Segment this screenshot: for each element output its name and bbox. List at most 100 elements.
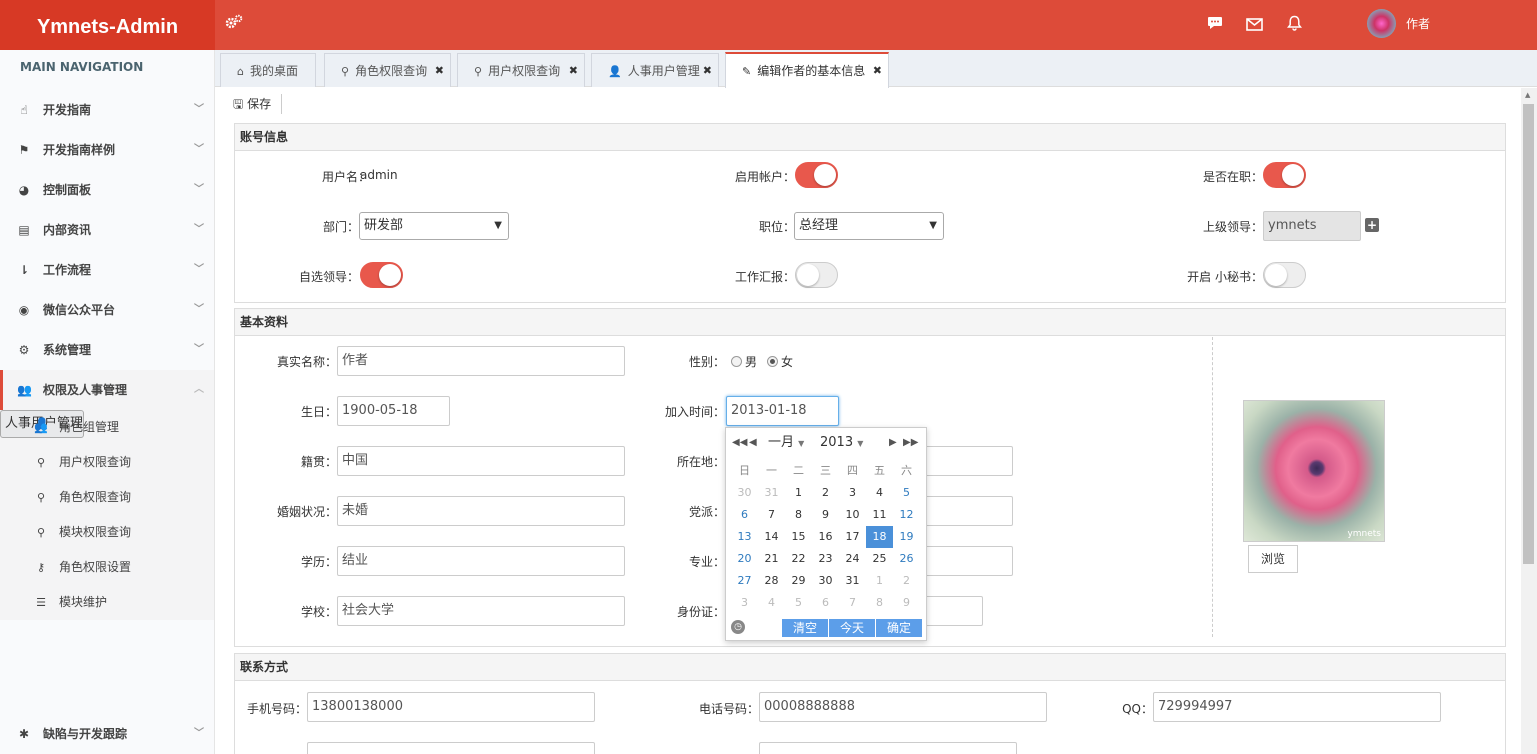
- cogs-icon[interactable]: [225, 14, 243, 34]
- calendar-day[interactable]: 3: [731, 592, 758, 614]
- email-field[interactable]: [307, 742, 595, 754]
- join-date-field[interactable]: 2013-01-18: [726, 396, 839, 426]
- sidebar-item-wechat[interactable]: ◉ 微信公众平台 ﹀: [0, 290, 214, 330]
- calendar-day[interactable]: 7: [758, 504, 785, 526]
- calendar-day[interactable]: 20: [731, 548, 758, 570]
- year-select[interactable]: 2013 ▼: [820, 428, 863, 459]
- phone-field[interactable]: 00008888888: [759, 692, 1047, 722]
- today-button[interactable]: 今天: [829, 619, 875, 637]
- calendar-day[interactable]: 1: [785, 482, 812, 504]
- calendar-day[interactable]: 31: [758, 482, 785, 504]
- secretary-toggle[interactable]: [1263, 262, 1306, 288]
- scrollbar[interactable]: ▲: [1521, 88, 1537, 754]
- calendar-day[interactable]: 2: [893, 570, 920, 592]
- save-button[interactable]: 🖫 保存: [233, 94, 283, 114]
- calendar-day[interactable]: 25: [866, 548, 893, 570]
- calendar-day[interactable]: 14: [758, 526, 785, 548]
- calendar-day[interactable]: 6: [812, 592, 839, 614]
- calendar-day[interactable]: 4: [758, 592, 785, 614]
- calendar-day[interactable]: 30: [812, 570, 839, 592]
- sidebar-item-bug-tracking[interactable]: ✱ 缺陷与开发跟踪 ﹀: [0, 714, 214, 754]
- sidebar-item-news[interactable]: ▤ 内部资讯 ﹀: [0, 210, 214, 250]
- radio-button[interactable]: [767, 356, 778, 367]
- calendar-day[interactable]: 27: [731, 570, 758, 592]
- next-month-icon[interactable]: ▶: [889, 428, 897, 458]
- school-field[interactable]: 社会大学: [337, 596, 625, 626]
- calendar-day[interactable]: 29: [785, 570, 812, 592]
- calendar-day[interactable]: 6: [731, 504, 758, 526]
- calendar-day[interactable]: 5: [785, 592, 812, 614]
- scroll-up-icon[interactable]: ▲: [1525, 91, 1530, 99]
- sidebar-item-workflow[interactable]: ⇂ 工作流程 ﹀: [0, 250, 214, 290]
- calendar-day[interactable]: 26: [893, 548, 920, 570]
- ok-button[interactable]: 确定: [876, 619, 922, 637]
- sidebar-item-dev-guide[interactable]: ☝ 开发指南 ﹀: [0, 90, 214, 130]
- calendar-day[interactable]: 8: [785, 504, 812, 526]
- next-year-icon[interactable]: ▶▶: [903, 428, 918, 458]
- sidebar-subitem-user-perm-query[interactable]: ⚲ 用户权限查询: [0, 445, 214, 480]
- calendar-day[interactable]: 11: [866, 504, 893, 526]
- close-icon[interactable]: ✖: [703, 54, 712, 88]
- sidebar-subitem-role-perm-settings[interactable]: ⚷ 角色权限设置: [0, 550, 214, 585]
- sidebar-item-dashboard[interactable]: ◕ 控制面板 ﹀: [0, 170, 214, 210]
- calendar-day[interactable]: 30: [731, 482, 758, 504]
- calendar-day[interactable]: 2: [812, 482, 839, 504]
- sidebar-item-system[interactable]: ⚙ 系统管理 ﹀: [0, 330, 214, 370]
- calendar-day[interactable]: 1: [866, 570, 893, 592]
- clear-button[interactable]: 清空: [782, 619, 828, 637]
- sidebar-item-permissions[interactable]: 👥 权限及人事管理 ︿: [0, 370, 214, 410]
- radio-button[interactable]: [731, 356, 742, 367]
- gender-female-option[interactable]: 女: [767, 353, 793, 370]
- birthday-field[interactable]: 1900-05-18: [337, 396, 450, 426]
- add-icon[interactable]: +: [1365, 218, 1379, 232]
- calendar-day-selected[interactable]: 18: [866, 526, 893, 548]
- clock-icon[interactable]: ◷: [731, 620, 745, 634]
- sidebar-subitem-module-maintenance[interactable]: ☰ 模块维护: [0, 585, 214, 620]
- calendar-day[interactable]: 9: [812, 504, 839, 526]
- sidebar-item-dev-samples[interactable]: ⚑ 开发指南样例 ﹀: [0, 130, 214, 170]
- calendar-day[interactable]: 24: [839, 548, 866, 570]
- calendar-day[interactable]: 8: [866, 592, 893, 614]
- calendar-day[interactable]: 31: [839, 570, 866, 592]
- sidebar-subitem-role-perm-query[interactable]: ⚲ 角色权限查询: [0, 480, 214, 515]
- calendar-day[interactable]: 5: [893, 482, 920, 504]
- month-select[interactable]: 一月 ▼: [768, 428, 804, 459]
- tab-role-perm-query[interactable]: ⚲ 角色权限查询 ✖: [324, 53, 451, 87]
- calendar-day[interactable]: 3: [839, 482, 866, 504]
- realname-field[interactable]: 作者: [337, 346, 625, 376]
- close-icon[interactable]: ✖: [435, 54, 444, 88]
- enabled-toggle[interactable]: [795, 162, 838, 188]
- tab-user-perm-query[interactable]: ⚲ 用户权限查询 ✖: [457, 53, 585, 87]
- tab-hr-users[interactable]: 👤 人事用户管理 ✖: [591, 53, 719, 87]
- self-leader-toggle[interactable]: [360, 262, 403, 288]
- close-icon[interactable]: ✖: [873, 54, 882, 88]
- calendar-day[interactable]: 21: [758, 548, 785, 570]
- calendar-day[interactable]: 4: [866, 482, 893, 504]
- calendar-day[interactable]: 28: [758, 570, 785, 592]
- prev-year-icon[interactable]: ◀◀: [732, 428, 747, 458]
- position-select[interactable]: 总经理 ▼: [794, 212, 944, 240]
- calendar-day[interactable]: 10: [839, 504, 866, 526]
- dept-select[interactable]: 研发部 ▼: [359, 212, 509, 240]
- comment-icon[interactable]: [1207, 16, 1223, 34]
- calendar-day[interactable]: 23: [812, 548, 839, 570]
- other-contact-field[interactable]: [759, 742, 1017, 754]
- browse-button[interactable]: 浏览: [1248, 545, 1298, 573]
- sidebar-subitem-role-groups[interactable]: 👥 角色组管理: [0, 410, 214, 445]
- education-field[interactable]: 结业: [337, 546, 625, 576]
- calendar-day[interactable]: 7: [839, 592, 866, 614]
- bell-icon[interactable]: [1286, 15, 1303, 35]
- calendar-day[interactable]: 15: [785, 526, 812, 548]
- calendar-day[interactable]: 12: [893, 504, 920, 526]
- calendar-day[interactable]: 13: [731, 526, 758, 548]
- calendar-day[interactable]: 9: [893, 592, 920, 614]
- native-field[interactable]: 中国: [337, 446, 625, 476]
- scrollbar-thumb[interactable]: [1523, 104, 1534, 564]
- user-menu[interactable]: 作者: [1367, 9, 1430, 38]
- sidebar-subitem-module-perm-query[interactable]: ⚲ 模块权限查询: [0, 515, 214, 550]
- report-toggle[interactable]: [795, 262, 838, 288]
- calendar-day[interactable]: 17: [839, 526, 866, 548]
- tab-edit-user-info[interactable]: ✎ 编辑作者的基本信息 ✖: [725, 52, 889, 88]
- leader-field[interactable]: ymnets: [1263, 211, 1361, 241]
- prev-month-icon[interactable]: ◀: [749, 428, 757, 458]
